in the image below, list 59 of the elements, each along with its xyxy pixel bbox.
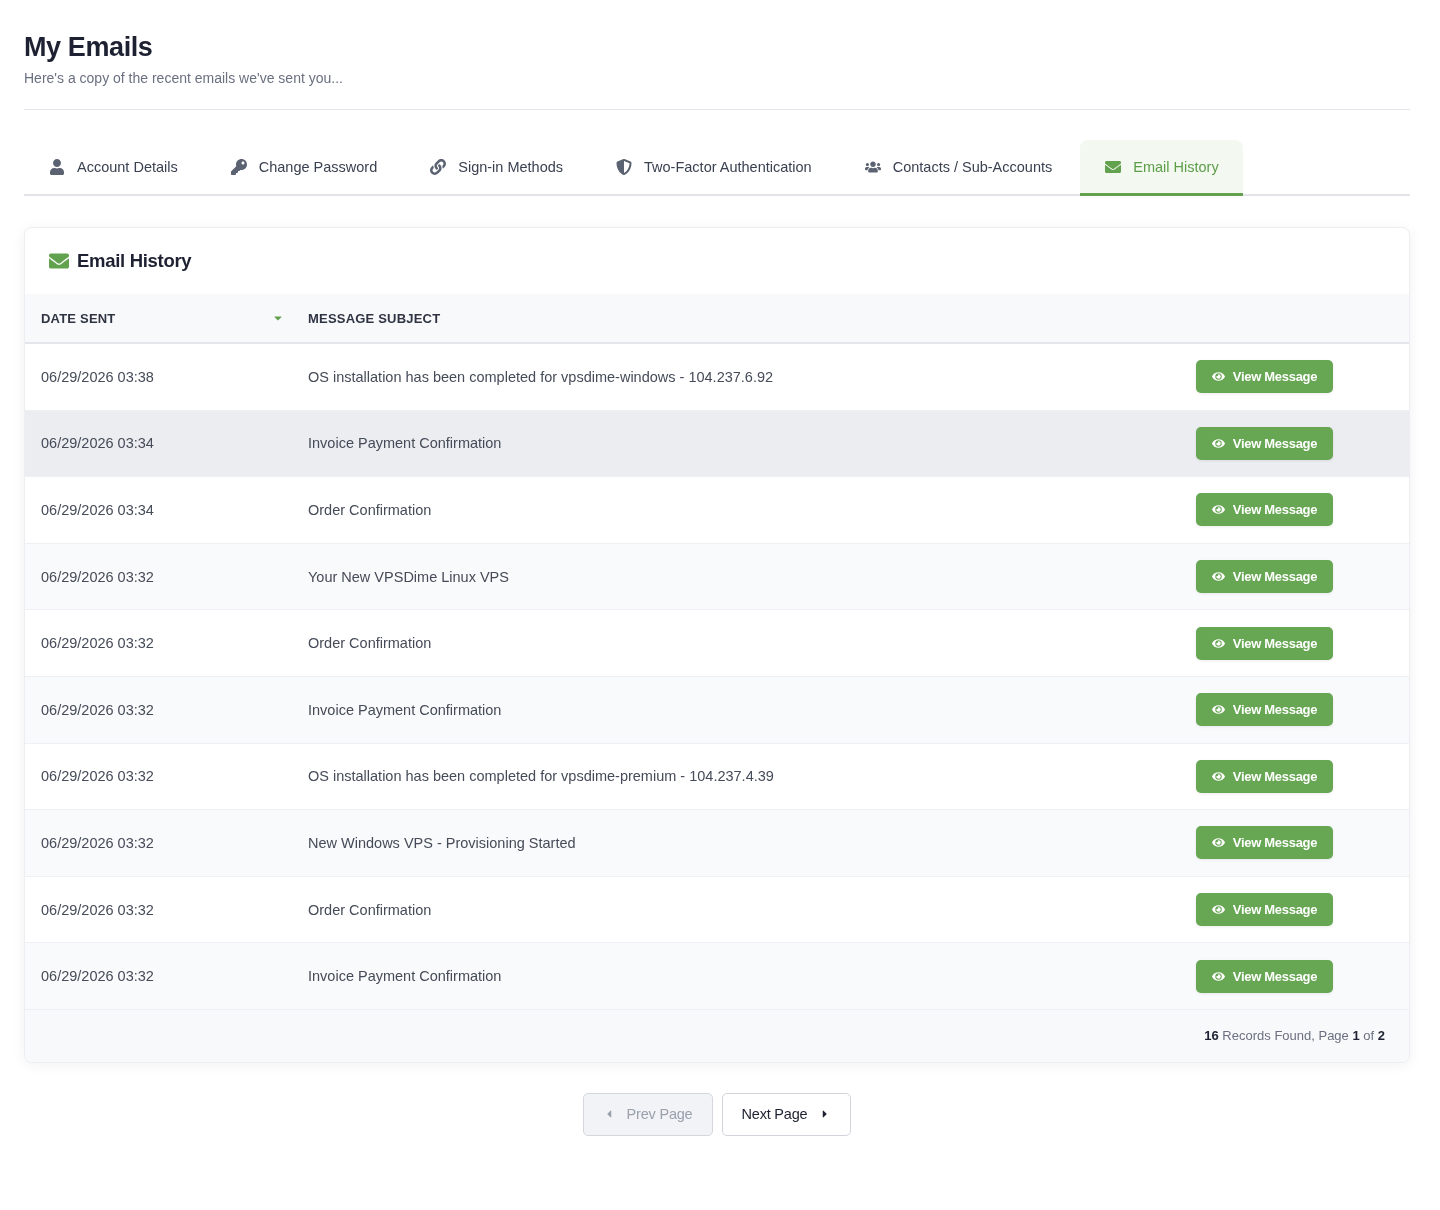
tab[interactable]: Change Password: [205, 140, 402, 196]
eye-icon: [1211, 836, 1225, 850]
column-header[interactable]: MESSAGE SUBJECT: [308, 310, 441, 326]
eye-icon: [1211, 370, 1225, 384]
date-cell-text: 06/29/2026 03:32: [41, 968, 155, 985]
view-message-button[interactable]: View Message: [1196, 826, 1333, 860]
view-message-button[interactable]: View Message: [1196, 893, 1333, 927]
envelope-icon: [1105, 158, 1122, 175]
tab[interactable]: Contacts / Sub-Accounts: [839, 140, 1077, 196]
eye-icon: [1211, 969, 1225, 983]
tab[interactable]: Account Details: [24, 140, 202, 196]
date-cell-text: 06/29/2026 03:32: [41, 635, 155, 652]
tab[interactable]: Email History: [1080, 140, 1243, 196]
page-subtitle: Here's a copy of the recent emails we've sent you...: [24, 69, 344, 87]
date-cell-text: 06/29/2026 03:38: [41, 368, 155, 385]
subject-cell-text: OS installation has been completed for vpsdime-premium - 104.237.4.39: [308, 768, 775, 785]
subject-cell-text: OS installation has been completed for vpsdime-windows - 104.237.6.92: [308, 368, 775, 385]
view-message-button[interactable]: View Message: [1196, 493, 1333, 527]
tab[interactable]: Sign-in Methods: [405, 140, 588, 196]
next-page-button[interactable]: Next Page: [721, 1092, 852, 1136]
view-message-button[interactable]: View Message: [1196, 959, 1333, 993]
link-icon: [430, 158, 447, 175]
subject-cell-text: Order Confirmation: [308, 635, 433, 652]
eye-icon: [1211, 703, 1225, 717]
tab[interactable]: Two-Factor Authentication: [591, 140, 836, 196]
date-cell-text: 06/29/2026 03:32: [41, 568, 155, 585]
eye-icon: [1211, 570, 1225, 584]
view-message-button[interactable]: View Message: [1196, 693, 1333, 727]
view-message-button[interactable]: View Message: [1196, 759, 1333, 793]
date-cell-text: 06/29/2026 03:32: [41, 701, 155, 718]
card-title: Email History: [77, 250, 192, 272]
subject-cell-text: Order Confirmation: [308, 502, 433, 518]
shield-icon: [616, 158, 633, 175]
column-header[interactable]: DATE SENT: [41, 310, 116, 326]
eye-icon: [1211, 903, 1225, 917]
eye-icon: [1211, 436, 1225, 450]
eye-icon: [1211, 769, 1225, 783]
date-cell-text: 06/29/2026 03:34: [41, 502, 155, 518]
records-count: 16 Records Found, Page 1 of 2: [1204, 1028, 1385, 1044]
eye-icon: [1211, 636, 1225, 650]
key-icon: [230, 158, 247, 175]
subject-cell-text: Invoice Payment Confirmation: [308, 435, 503, 452]
view-message-button[interactable]: View Message: [1196, 560, 1333, 594]
subject-cell-text: Invoice Payment Confirmation: [308, 701, 503, 718]
date-cell-text: 06/29/2026 03:34: [41, 435, 155, 452]
subject-cell-text: Your New VPSDime Linux VPS: [308, 568, 510, 585]
subject-cell-text: New Windows VPS - Provisioning Started: [308, 834, 577, 851]
date-cell-text: 06/29/2026 03:32: [41, 834, 155, 851]
date-cell-text: 06/29/2026 03:32: [41, 901, 155, 918]
subject-cell-text: Order Confirmation: [308, 901, 433, 918]
view-message-button[interactable]: View Message: [1196, 626, 1333, 660]
view-message-button[interactable]: View Message: [1196, 360, 1333, 394]
page-title: My Emails: [24, 31, 154, 64]
subject-cell-text: Invoice Payment Confirmation: [308, 968, 503, 985]
envelope-icon: [49, 251, 69, 271]
view-message-button[interactable]: View Message: [1196, 426, 1333, 460]
eye-icon: [1211, 503, 1225, 517]
date-cell-text: 06/29/2026 03:32: [41, 768, 155, 785]
user-icon: [49, 158, 65, 175]
